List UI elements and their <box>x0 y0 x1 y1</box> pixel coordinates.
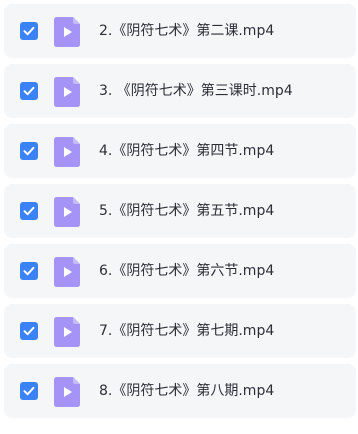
checkmark-icon <box>23 146 35 156</box>
file-row[interactable]: 6.《阴符七术》第六节.mp4 <box>4 244 356 298</box>
checkbox-checked[interactable] <box>20 202 38 220</box>
file-name: 6.《阴符七术》第六节.mp4 <box>99 263 275 279</box>
file-name: 5.《阴符七术》第五节.mp4 <box>99 203 275 219</box>
video-file-icon <box>54 17 80 47</box>
file-name: 3. 《阴符七术》第三课时.mp4 <box>99 83 293 99</box>
checkbox-checked[interactable] <box>20 142 38 160</box>
checkbox-checked[interactable] <box>20 82 38 100</box>
file-name: 4.《阴符七术》第四节.mp4 <box>99 143 275 159</box>
checkbox-checked[interactable] <box>20 382 38 400</box>
video-file-icon <box>54 377 80 407</box>
checkmark-icon <box>23 266 35 276</box>
video-file-icon <box>54 197 80 227</box>
checkmark-icon <box>23 26 35 36</box>
checkbox-checked[interactable] <box>20 22 38 40</box>
file-row[interactable]: 8.《阴符七术》第八期.mp4 <box>4 364 356 418</box>
video-file-icon <box>54 77 80 107</box>
file-name: 8.《阴符七术》第八期.mp4 <box>99 383 275 399</box>
file-row[interactable]: 2.《阴符七术》第二课.mp4 <box>4 4 356 58</box>
checkmark-icon <box>23 386 35 396</box>
file-row[interactable]: 7.《阴符七术》第七期.mp4 <box>4 304 356 358</box>
checkmark-icon <box>23 326 35 336</box>
file-name: 2.《阴符七术》第二课.mp4 <box>99 23 275 39</box>
file-list: 2.《阴符七术》第二课.mp4 3. 《阴符七术》第三课时.mp4 4.《阴符七… <box>0 0 358 434</box>
checkmark-icon <box>23 206 35 216</box>
video-file-icon <box>54 257 80 287</box>
checkbox-checked[interactable] <box>20 322 38 340</box>
video-file-icon <box>54 317 80 347</box>
file-row[interactable]: 3. 《阴符七术》第三课时.mp4 <box>4 64 356 118</box>
file-row[interactable]: 4.《阴符七术》第四节.mp4 <box>4 124 356 178</box>
file-name: 7.《阴符七术》第七期.mp4 <box>99 323 275 339</box>
checkbox-checked[interactable] <box>20 262 38 280</box>
checkmark-icon <box>23 86 35 96</box>
video-file-icon <box>54 137 80 167</box>
file-row[interactable]: 5.《阴符七术》第五节.mp4 <box>4 184 356 238</box>
